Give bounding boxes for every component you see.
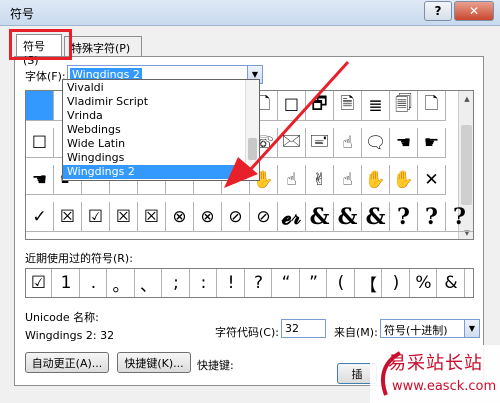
recent-symbol-cell[interactable]: ; [164, 269, 190, 297]
font-label: 字体(F): [25, 70, 66, 83]
shortcut-key-label: 快捷键: [197, 359, 234, 372]
highlight-box-tab [9, 29, 72, 60]
recent-symbol-cell[interactable]: 1 [54, 269, 80, 297]
symbol-cell[interactable]: ⊘ [250, 202, 278, 232]
unicode-name-label: Unicode 名称: [25, 311, 99, 324]
recent-symbol-cell[interactable]: ! [219, 269, 245, 297]
font-list-scroll-thumb[interactable] [248, 138, 257, 160]
from-combobox[interactable]: 符号(十进制) ▼ [380, 319, 480, 338]
symbol-cell[interactable]: ✋ [362, 165, 390, 195]
symbol-cell[interactable]: ☝ [334, 165, 362, 195]
recent-symbol-cell[interactable]: 。 [109, 269, 135, 297]
from-label: 来自(M): [334, 326, 378, 339]
autocorrect-button[interactable]: 自动更正(A)... [25, 352, 109, 373]
font-list-scrollbar[interactable] [245, 80, 259, 180]
recent-symbol-cell[interactable]: ( [329, 269, 355, 297]
watermark: 易采站长站 www.easck.com [370, 345, 500, 403]
font-option[interactable]: Vivaldi [63, 81, 247, 95]
font-option[interactable]: Wide Latin [63, 137, 247, 151]
close-icon: ✕ [468, 4, 480, 18]
symbol-cell[interactable]: ☛ [418, 128, 446, 158]
recent-symbol-cell[interactable]: % [411, 269, 437, 297]
symbol-cell[interactable]: & [362, 202, 390, 232]
watermark-url: www.easck.com [392, 379, 497, 394]
help-icon: ? [434, 4, 442, 18]
symbol-cell[interactable]: ≣ [362, 91, 390, 121]
symbol-cell[interactable]: ☝ [278, 165, 306, 195]
recent-symbols-label: 近期使用过的符号(R): [25, 252, 133, 265]
recent-symbol-cell[interactable]: ☑ [26, 269, 52, 297]
window-title: 符号 [10, 7, 35, 21]
recent-symbol-cell[interactable]: ? [246, 269, 272, 297]
symbol-cell[interactable]: ☝ [334, 128, 362, 158]
recent-symbols-row[interactable]: ☑ 1.。、;:!? “”(【)% & [25, 268, 474, 298]
help-button[interactable]: ? [424, 1, 452, 21]
font-option[interactable]: Vladimir Script [63, 95, 247, 109]
shortcut-key-button[interactable]: 快捷键(K)... [117, 352, 191, 373]
font-option[interactable]: Vrinda [63, 109, 247, 123]
from-dropdown-button[interactable]: ▼ [464, 320, 479, 337]
symbol-cell[interactable]: 🗎 [334, 91, 362, 121]
symbol-cell[interactable] [26, 91, 54, 121]
symbol-cell[interactable]: 🗨 [362, 128, 390, 158]
font-dropdown-list[interactable]: Vivaldi Vladimir Script Vrinda Webdings Wide… [62, 79, 260, 181]
recent-symbol-cell[interactable]: ” [301, 269, 327, 297]
tab-special-characters[interactable]: 特殊字符(P) [64, 36, 142, 56]
symbol-cell[interactable]: ✌ [306, 165, 334, 195]
symbol-cell[interactable]: & [306, 202, 334, 232]
symbol-cell[interactable]: ⊗ [166, 202, 194, 232]
symbol-cell[interactable]: 𝓮𝓇 [278, 202, 306, 232]
symbol-cell[interactable]: ☚ [390, 128, 418, 158]
autocorrect-button-label: 自动更正(A)... [31, 356, 103, 370]
symbol-cell[interactable]: ✕ [418, 165, 446, 195]
symbol-cell[interactable]: ☐ [278, 91, 306, 121]
char-code-value: 32 [285, 322, 299, 335]
recent-symbol-cell[interactable]: 【 [356, 269, 382, 297]
symbol-cell[interactable]: ⊘ [222, 202, 250, 232]
tab-special-characters-label: 特殊字符(P) [71, 42, 131, 55]
recent-symbol-cell[interactable]: & [439, 269, 465, 297]
recent-symbol-cell[interactable]: ) [384, 269, 410, 297]
title-bar: 符号 ? ✕ [0, 0, 500, 26]
symbol-cell[interactable]: 🗋 [418, 91, 446, 121]
symbol-cell[interactable]: ☚ [26, 165, 54, 195]
symbol-cell[interactable]: ? [418, 202, 446, 232]
symbol-cell[interactable]: & [334, 202, 362, 232]
symbol-cell[interactable]: ✋ [390, 165, 418, 195]
symbol-cell[interactable]: ☒ [138, 202, 166, 232]
symbol-cell[interactable]: ☒ [54, 202, 82, 232]
symbol-cell[interactable]: 🖃 [306, 128, 334, 158]
from-combobox-value: 符号(十进制) [384, 324, 448, 337]
symbol-cell[interactable]: 🗐 [390, 91, 418, 121]
recent-symbol-cell[interactable]: . [81, 269, 107, 297]
font-option[interactable]: Webdings [63, 123, 247, 137]
recent-symbol-cell[interactable]: 、 [136, 269, 162, 297]
insert-button-label: 插 [351, 367, 363, 381]
close-button[interactable]: ✕ [454, 1, 494, 21]
char-code-label: 字符代码(C): [215, 326, 279, 339]
symbol-cell[interactable]: ☑ [82, 202, 110, 232]
unicode-name-value: Wingdings 2: 32 [25, 329, 115, 342]
symbol-cell[interactable]: ? [390, 202, 418, 232]
recent-symbol-cell[interactable]: : [191, 269, 217, 297]
scroll-thumb[interactable] [461, 125, 472, 205]
symbol-cell[interactable]: 🖂 [278, 128, 306, 158]
font-option[interactable]: Wingdings [63, 151, 247, 165]
symbol-cell[interactable]: 🗗 [306, 91, 334, 121]
symbol-cell[interactable]: ☒ [110, 202, 138, 232]
symbol-cell[interactable]: ☐ [26, 128, 54, 158]
scroll-up-icon[interactable]: ▲ [459, 91, 473, 107]
watermark-title: 易采站长站 [388, 353, 483, 374]
chevron-down-icon: ▼ [251, 70, 259, 79]
recent-symbol-cell[interactable]: “ [274, 269, 300, 297]
symbol-cell[interactable]: ⊗ [194, 202, 222, 232]
symbol-cell[interactable]: ✓ [26, 202, 54, 232]
char-code-input[interactable]: 32 [281, 319, 326, 338]
shortcut-key-button-label: 快捷键(K)... [124, 356, 184, 370]
font-option[interactable]: Wingdings 2 [63, 165, 247, 179]
symbol-cell[interactable]: ? [446, 202, 473, 232]
chevron-down-icon: ▼ [468, 324, 476, 333]
